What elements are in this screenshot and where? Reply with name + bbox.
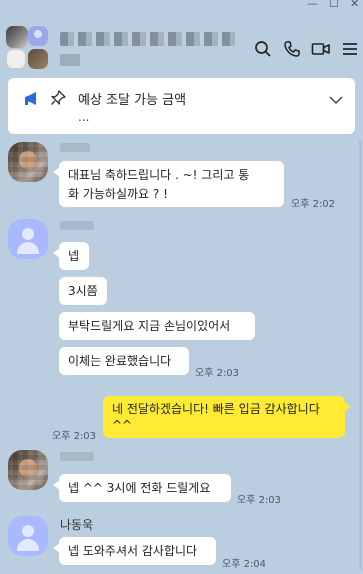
sender-name-redacted [60,452,94,461]
search-icon[interactable] [252,38,274,60]
message-bubble[interactable]: 넵 ^^ 3시에 전화 드릴게요 [53,474,231,502]
message-text: 네 전달하겠습니다! 빠른 입금 감사합니다 [112,402,320,416]
menu-icon[interactable] [339,38,361,60]
sender-avatar[interactable] [8,219,48,259]
notice-title: 예상 조달 가능 금액 [78,93,187,108]
member-avatar [28,49,48,69]
minimize-button[interactable]: — [307,0,318,10]
scrollbar[interactable] [359,140,362,570]
phone-icon[interactable] [281,38,303,60]
pin-icon [50,90,66,110]
notice-body: ... [78,110,90,124]
message-text: 이체는 완료했습니다 [68,354,172,368]
message-time: 오후 2:04 [222,559,267,570]
message-text: 넵 도와주셔서 감사합니다 [68,544,198,558]
message-time: 오후 2:02 [291,199,336,210]
sender-avatar[interactable] [8,142,48,182]
message-bubble[interactable]: 이체는 완료했습니다 [59,347,189,375]
chat-title-redacted [60,32,235,46]
sender-name-redacted [60,143,90,152]
sender-name: 나동욱 [60,518,94,532]
message-time: 오후 2:03 [52,431,97,442]
message-bubble[interactable]: 넵 [53,242,89,270]
maximize-button[interactable]: ☐ [329,0,339,10]
message-bubble[interactable]: 대표님 축하드립니다 . ~! 그리고 통 화 가능하실까요 ? ! [53,161,284,207]
member-avatar [28,26,48,46]
megaphone-icon [22,90,40,112]
message-time: 오후 2:03 [237,495,282,506]
message-bubble[interactable]: 3시쯤 [59,277,107,305]
message-bubble[interactable]: 부탁드릴게요 지금 손님이있어서 [59,312,255,340]
member-count-redacted [60,54,80,66]
window-titlebar: — ☐ ✕ [0,0,363,10]
sender-avatar[interactable] [8,450,48,490]
message-text: 넵 [68,249,80,263]
message-bubble[interactable]: 넵 도와주셔서 감사합니다 [53,537,216,565]
sender-avatar[interactable] [8,516,48,556]
chevron-down-icon[interactable] [329,90,343,109]
member-avatar [6,49,26,69]
video-icon[interactable] [310,38,332,60]
message-text: ^^ [112,418,133,432]
notice-banner[interactable]: 예상 조달 가능 금액 ... [8,78,355,134]
message-text: 넵 ^^ 3시에 전화 드릴게요 [68,481,211,495]
message-time: 오후 2:03 [195,368,240,379]
chat-header [0,10,363,76]
member-avatar [6,26,28,48]
group-avatar[interactable] [4,26,50,72]
sender-name-redacted [60,221,94,230]
close-window-button[interactable]: ✕ [350,0,359,10]
message-text: 부탁드릴게요 지금 손님이있어서 [68,319,231,333]
message-text: 3시쯤 [68,284,98,298]
my-message-bubble[interactable]: 네 전달하겠습니다! 빠른 입금 감사합니다 ^^ [103,396,351,438]
message-text: 대표님 축하드립니다 . ~! 그리고 통 [68,168,250,182]
message-text: 화 가능하실까요 ? ! [68,187,168,201]
